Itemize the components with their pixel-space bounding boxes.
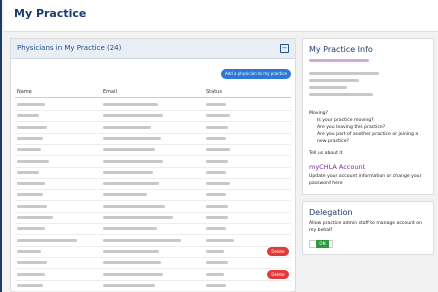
redacted-email [103, 159, 163, 163]
redacted-name [17, 227, 45, 231]
physician-row [15, 133, 291, 145]
redacted-name [17, 114, 39, 118]
column-header-name[interactable]: Name [17, 89, 32, 95]
physician-row [15, 178, 291, 191]
redacted-address-line [309, 93, 373, 96]
column-header-email[interactable]: Email [103, 89, 117, 95]
physician-row [15, 144, 291, 157]
redacted-email [103, 238, 181, 242]
redacted-address-line [309, 86, 347, 89]
redacted-email [103, 136, 161, 140]
redacted-name [17, 136, 43, 140]
delegation-toggle-on[interactable]: ON [316, 240, 329, 248]
physician-row [15, 167, 291, 179]
physician-row [15, 212, 291, 224]
physicians-panel-header[interactable]: Physicians in My Practice (24) − [11, 39, 295, 59]
moving-label: Moving? [309, 111, 329, 116]
account-description: Update your account information or chang… [309, 174, 422, 186]
redacted-status [206, 216, 228, 219]
redacted-address-line [309, 72, 379, 75]
practice-info-panel: My Practice Info Moving? Is your practic… [302, 38, 434, 195]
redacted-name [17, 238, 77, 242]
page-header: My Practice [4, 0, 438, 32]
redacted-status [206, 238, 234, 242]
header-divider [15, 97, 291, 98]
physician-row [15, 122, 291, 134]
redacted-name [17, 204, 47, 208]
redacted-name [17, 216, 53, 219]
physicians-panel: Physicians in My Practice (24) − Add a p… [10, 38, 296, 292]
redacted-status [206, 261, 228, 265]
redacted-name [17, 272, 45, 276]
physician-row [15, 280, 291, 292]
redacted-name [17, 249, 41, 253]
redacted-name [17, 170, 39, 174]
redacted-name [17, 193, 43, 197]
tell-us-link[interactable]: Tell us about it [309, 151, 342, 156]
redacted-email [103, 216, 173, 219]
redacted-status [206, 114, 230, 118]
redacted-email [103, 272, 163, 276]
delegation-title: Delegation [309, 208, 353, 217]
physician-count: (24) [107, 44, 122, 52]
redacted-status [206, 159, 228, 163]
redacted-name [17, 182, 45, 186]
delete-button[interactable]: Delete [267, 246, 289, 256]
redacted-status [206, 103, 226, 106]
physician-row [15, 156, 291, 168]
redacted-practice-name [309, 59, 369, 62]
app-frame: My Practice Physicians in My Practice (2… [0, 0, 438, 292]
redacted-email [103, 261, 161, 265]
redacted-status [206, 182, 230, 186]
redacted-name [17, 103, 45, 106]
physicians-panel-title: Physicians in My Practice (24) [17, 44, 122, 52]
redacted-email [103, 182, 159, 186]
physician-row [15, 110, 291, 123]
redacted-status [206, 272, 224, 276]
redacted-status [206, 125, 228, 129]
physician-row: Delete [15, 269, 291, 281]
redacted-name [17, 159, 49, 163]
physician-row [15, 201, 291, 213]
redacted-status [206, 148, 230, 152]
redacted-email [103, 125, 151, 129]
column-header-status[interactable]: Status [206, 89, 222, 95]
redacted-email [103, 103, 158, 106]
delegation-panel: Delegation Allow practice admin staff to… [302, 201, 434, 255]
redacted-email [103, 148, 155, 152]
redacted-email [103, 114, 163, 118]
physician-row [15, 257, 291, 270]
redacted-email [103, 227, 157, 231]
physician-row [15, 99, 291, 111]
redacted-name [17, 148, 41, 152]
redacted-email [103, 204, 165, 208]
collapse-icon[interactable]: − [280, 44, 289, 53]
physician-row [15, 189, 291, 202]
redacted-email [103, 249, 159, 253]
delete-button[interactable]: Delete [267, 269, 289, 279]
add-physician-button[interactable]: Add a physician to my practice [221, 69, 291, 79]
page-title: My Practice [14, 7, 87, 20]
redacted-email [103, 170, 153, 174]
redacted-address-line [309, 79, 359, 82]
redacted-status [206, 170, 226, 174]
physician-row [15, 235, 291, 247]
delegation-description: Allow practice admin staff to manage acc… [309, 221, 423, 233]
physician-row [15, 223, 291, 236]
redacted-status [206, 204, 228, 208]
redacted-status [206, 227, 226, 231]
practice-info-title: My Practice Info [309, 45, 373, 54]
physician-row: Delete [15, 246, 291, 258]
redacted-email [103, 193, 147, 197]
redacted-status [206, 136, 226, 140]
moving-questions: Is your practice moving? Are you leaving … [317, 118, 419, 144]
account-link[interactable]: myCHLA Account [309, 163, 365, 171]
redacted-name [17, 125, 47, 129]
redacted-status [206, 193, 226, 197]
redacted-name [17, 283, 43, 287]
redacted-email [103, 283, 155, 287]
redacted-name [17, 261, 47, 265]
redacted-status [206, 283, 226, 287]
redacted-status [206, 249, 224, 253]
